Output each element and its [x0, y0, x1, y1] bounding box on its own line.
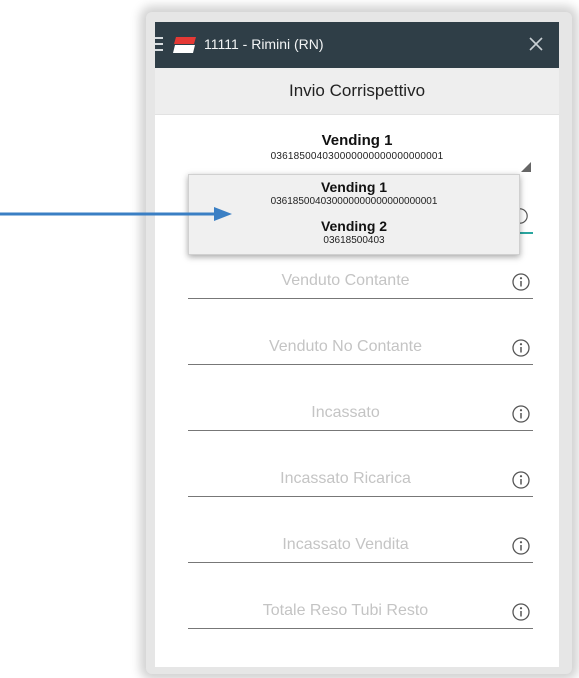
info-icon[interactable] — [511, 536, 531, 556]
dropdown-option-code: 036185004030000000000000000001 — [270, 196, 438, 207]
triangle-icon[interactable] — [521, 162, 531, 172]
dropdown-option-name: Vending 2 — [320, 218, 388, 234]
device-select[interactable]: Vending 1 036185004030000000000000000001 — [155, 126, 559, 176]
field-label: Venduto No Contante — [268, 338, 422, 355]
field-label: Incassato — [311, 404, 380, 421]
info-icon[interactable] — [511, 338, 531, 358]
flag-icon — [173, 37, 196, 53]
field-incassato-ricarica[interactable]: Incassato Ricarica — [188, 466, 533, 497]
field-incassato-vendita[interactable]: Incassato Vendita — [188, 532, 533, 563]
page-title: Invio Corrispettivo — [288, 81, 426, 100]
info-icon[interactable] — [511, 272, 531, 292]
app-title: 11111 - Rimini (RN) — [204, 36, 324, 52]
device-dropdown: Vending 1 036185004030000000000000000001… — [188, 174, 520, 255]
field-label: Totale Reso Tubi Resto — [262, 602, 429, 619]
hamburger-icon[interactable] — [155, 37, 167, 51]
field-totale-reso-tubi-resto[interactable]: Totale Reso Tubi Resto — [188, 598, 533, 629]
dropdown-option-code: 03618500403 — [323, 235, 385, 246]
dropdown-option-name: Vending 1 — [320, 179, 388, 195]
app-titlebar: 11111 - Rimini (RN) — [155, 22, 559, 68]
field-incassato[interactable]: Incassato — [188, 400, 533, 431]
field-label: Venduto Contante — [281, 272, 410, 289]
dropdown-option-vending-2[interactable]: Vending 2 03618500403 — [189, 214, 519, 253]
field-label: Incassato Ricarica — [280, 470, 411, 487]
info-icon[interactable] — [511, 602, 531, 622]
device-select-name: Vending 1 — [321, 132, 393, 149]
info-icon[interactable] — [511, 470, 531, 490]
annotation-arrow-icon — [0, 207, 232, 221]
field-label: Incassato Vendita — [282, 536, 409, 553]
screenshot-stage: 11111 - Rimini (RN) Invio Corrispettivo … — [0, 0, 579, 678]
field-venduto-no-contante[interactable]: Venduto No Contante — [188, 334, 533, 365]
close-icon[interactable] — [527, 35, 545, 53]
dropdown-option-vending-1[interactable]: Vending 1 036185004030000000000000000001 — [189, 175, 519, 214]
device-select-code: 036185004030000000000000000001 — [270, 151, 444, 162]
phone-screen: 11111 - Rimini (RN) Invio Corrispettivo … — [155, 22, 559, 667]
info-icon[interactable] — [511, 404, 531, 424]
page-header: Invio Corrispettivo — [155, 68, 559, 115]
field-venduto-contante[interactable]: Venduto Contante — [188, 268, 533, 299]
